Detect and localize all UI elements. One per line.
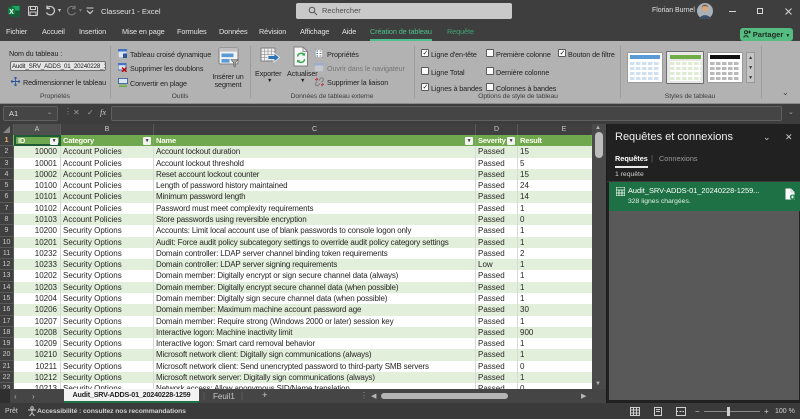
svg-text:X: X (9, 9, 14, 16)
